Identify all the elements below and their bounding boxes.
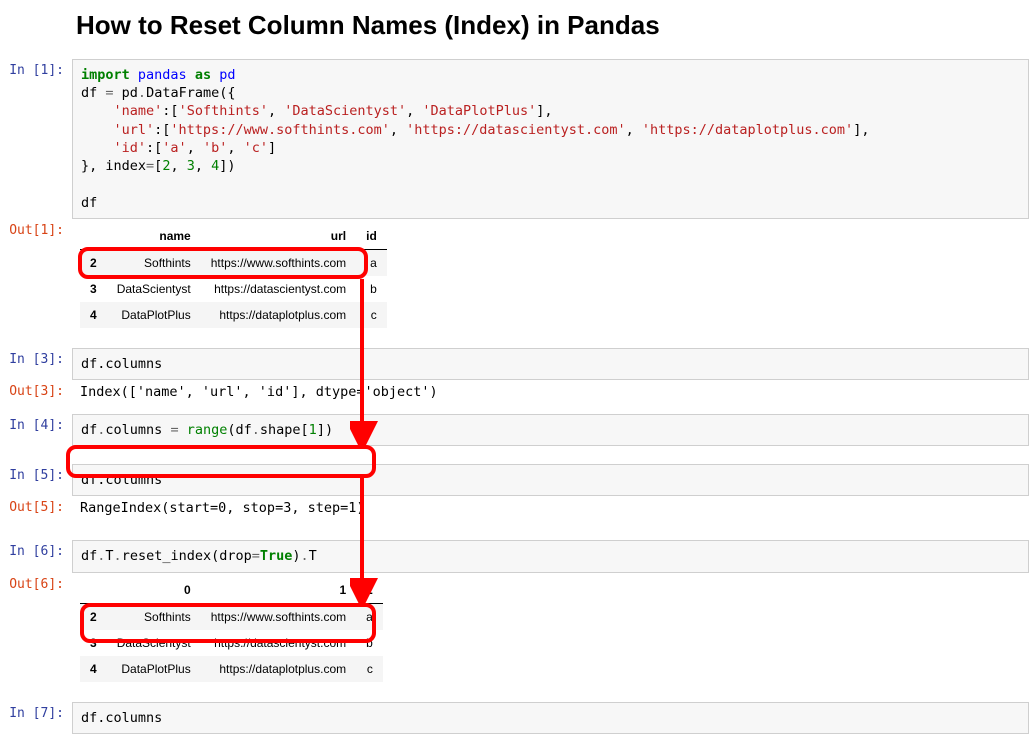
out-prompt-6: Out[6]:: [0, 573, 72, 694]
code-input-5[interactable]: df.columns: [72, 464, 1029, 496]
table-cell: https://www.softhints.com: [201, 603, 356, 630]
dataframe-table-1: nameurlid2Softhintshttps://www.softhints…: [80, 223, 387, 328]
table-cell: b: [356, 276, 387, 302]
table-header: [80, 223, 107, 250]
cell-in-7: In [7]: df.columns: [0, 702, 1029, 734]
cell-out-3: Out[3]: Index(['name', 'url', 'id'], dty…: [0, 380, 1029, 406]
table-header: [80, 577, 107, 604]
code-input-6[interactable]: df.T.reset_index(drop=True).T: [72, 540, 1029, 572]
row-index: 4: [80, 302, 107, 328]
row-index: 4: [80, 656, 107, 682]
table-header: 0: [107, 577, 201, 604]
table-header: name: [107, 223, 201, 250]
cell-in-4: In [4]: df.columns = range(df.shape[1]): [0, 414, 1029, 446]
row-index: 3: [80, 276, 107, 302]
in-prompt-4: In [4]:: [0, 414, 72, 446]
in-prompt-3: In [3]:: [0, 348, 72, 380]
in-prompt-5: In [5]:: [0, 464, 72, 496]
out-prompt-1: Out[1]:: [0, 219, 72, 340]
table-cell: https://dataplotplus.com: [201, 302, 356, 328]
dataframe-output-6: 0122Softhintshttps://www.softhints.coma3…: [72, 573, 1029, 694]
table-row: 4DataPlotPlushttps://dataplotplus.comc: [80, 656, 383, 682]
text-output-3: Index(['name', 'url', 'id'], dtype='obje…: [72, 380, 1029, 406]
out-prompt-5: Out[5]:: [0, 496, 72, 522]
table-row: 2Softhintshttps://www.softhints.coma: [80, 603, 383, 630]
table-cell: c: [356, 656, 383, 682]
out-prompt-3: Out[3]:: [0, 380, 72, 406]
table-cell: Softhints: [107, 249, 201, 276]
table-cell: Softhints: [107, 603, 201, 630]
table-cell: a: [356, 249, 387, 276]
cell-out-6: Out[6]: 0122Softhintshttps://www.softhin…: [0, 573, 1029, 694]
table-header: url: [201, 223, 356, 250]
table-cell: DataScientyst: [107, 630, 201, 656]
cell-in-1: In [1]: import pandas as pd df = pd.Data…: [0, 59, 1029, 219]
table-cell: https://datascientyst.com: [201, 276, 356, 302]
table-cell: DataPlotPlus: [107, 302, 201, 328]
row-index: 2: [80, 249, 107, 276]
text-output-5: RangeIndex(start=0, stop=3, step=1): [72, 496, 1029, 522]
code-input-4[interactable]: df.columns = range(df.shape[1]): [72, 414, 1029, 446]
cell-in-5: In [5]: df.columns: [0, 464, 1029, 496]
row-index: 2: [80, 603, 107, 630]
cell-out-5: Out[5]: RangeIndex(start=0, stop=3, step…: [0, 496, 1029, 522]
table-cell: DataPlotPlus: [107, 656, 201, 682]
in-prompt-7: In [7]:: [0, 702, 72, 734]
table-header: 1: [201, 577, 356, 604]
table-cell: c: [356, 302, 387, 328]
table-cell: a: [356, 603, 383, 630]
in-prompt-1: In [1]:: [0, 59, 72, 219]
table-row: 3DataScientysthttps://datascientyst.comb: [80, 276, 387, 302]
table-cell: DataScientyst: [107, 276, 201, 302]
table-cell: https://www.softhints.com: [201, 249, 356, 276]
dataframe-table-6: 0122Softhintshttps://www.softhints.coma3…: [80, 577, 383, 682]
in-prompt-6: In [6]:: [0, 540, 72, 572]
row-index: 3: [80, 630, 107, 656]
table-row: 3DataScientysthttps://datascientyst.comb: [80, 630, 383, 656]
table-cell: b: [356, 630, 383, 656]
dataframe-output-1: nameurlid2Softhintshttps://www.softhints…: [72, 219, 1029, 340]
table-header: 2: [356, 577, 383, 604]
code-input-3[interactable]: df.columns: [72, 348, 1029, 380]
cell-in-3: In [3]: df.columns: [0, 348, 1029, 380]
page-title: How to Reset Column Names (Index) in Pan…: [76, 10, 1029, 41]
cell-out-1: Out[1]: nameurlid2Softhintshttps://www.s…: [0, 219, 1029, 340]
cell-in-6: In [6]: df.T.reset_index(drop=True).T: [0, 540, 1029, 572]
table-row: 4DataPlotPlushttps://dataplotplus.comc: [80, 302, 387, 328]
code-input-7[interactable]: df.columns: [72, 702, 1029, 734]
code-input-1[interactable]: import pandas as pd df = pd.DataFrame({ …: [72, 59, 1029, 219]
table-header: id: [356, 223, 387, 250]
table-row: 2Softhintshttps://www.softhints.coma: [80, 249, 387, 276]
table-cell: https://datascientyst.com: [201, 630, 356, 656]
table-cell: https://dataplotplus.com: [201, 656, 356, 682]
notebook-container: How to Reset Column Names (Index) in Pan…: [0, 10, 1029, 734]
